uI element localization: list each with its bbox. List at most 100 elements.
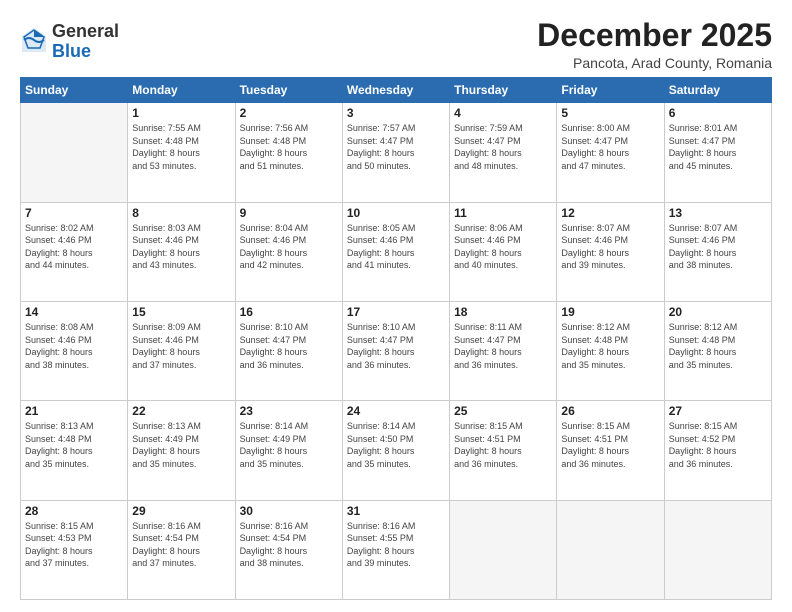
day-number: 3 bbox=[347, 106, 445, 120]
day-info: Sunrise: 8:07 AM Sunset: 4:46 PM Dayligh… bbox=[561, 222, 659, 272]
day-info: Sunrise: 8:15 AM Sunset: 4:51 PM Dayligh… bbox=[561, 420, 659, 470]
calendar-cell: 29Sunrise: 8:16 AM Sunset: 4:54 PM Dayli… bbox=[128, 500, 235, 599]
calendar-cell: 28 Sunrise: 8:15 AM Sunset: 4:53 PM Dayli… bbox=[21, 500, 128, 599]
weekday-header: Thursday bbox=[450, 78, 557, 103]
calendar-cell: 25Sunrise: 8:15 AM Sunset: 4:51 PM Dayli… bbox=[450, 401, 557, 500]
calendar-cell: 3 Sunrise: 7:57 AM Sunset: 4:47 PM Daylig… bbox=[342, 103, 449, 202]
calendar-cell: 30 Sunrise: 8:16 AM Sunset: 4:54 PM Dayli… bbox=[235, 500, 342, 599]
calendar-cell: 21Sunrise: 8:13 AM Sunset: 4:48 PM Dayli… bbox=[21, 401, 128, 500]
day-info: Sunrise: 8:15 AM Sunset: 4:53 PM Dayligh… bbox=[25, 520, 123, 570]
day-number: 31 bbox=[347, 504, 445, 518]
calendar-cell: 19 Sunrise: 8:12 AM Sunset: 4:48 PM Dayli… bbox=[557, 301, 664, 400]
calendar-cell: 9 Sunrise: 8:04 AM Sunset: 4:46 PM Daylig… bbox=[235, 202, 342, 301]
day-info: Sunrise: 8:10 AM Sunset: 4:47 PM Dayligh… bbox=[347, 321, 445, 371]
calendar-week-row: 28 Sunrise: 8:15 AM Sunset: 4:53 PM Dayli… bbox=[21, 500, 772, 599]
calendar-cell: 16Sunrise: 8:10 AM Sunset: 4:47 PM Dayli… bbox=[235, 301, 342, 400]
day-number: 15 bbox=[132, 305, 230, 319]
day-number: 28 bbox=[25, 504, 123, 518]
day-number: 9 bbox=[240, 206, 338, 220]
calendar-cell: 24Sunrise: 8:14 AM Sunset: 4:50 PM Dayli… bbox=[342, 401, 449, 500]
calendar-cell: 8 Sunrise: 8:03 AM Sunset: 4:46 PM Daylig… bbox=[128, 202, 235, 301]
calendar-week-row: 14 Sunrise: 8:08 AM Sunset: 4:46 PM Dayli… bbox=[21, 301, 772, 400]
calendar-cell: 23 Sunrise: 8:14 AM Sunset: 4:49 PM Dayli… bbox=[235, 401, 342, 500]
day-info: Sunrise: 8:16 AM Sunset: 4:54 PM Dayligh… bbox=[240, 520, 338, 570]
calendar-cell: 1 Sunrise: 7:55 AM Sunset: 4:48 PM Daylig… bbox=[128, 103, 235, 202]
day-info: Sunrise: 7:56 AM Sunset: 4:48 PM Dayligh… bbox=[240, 122, 338, 172]
weekday-header: Monday bbox=[128, 78, 235, 103]
calendar-cell: 20Sunrise: 8:12 AM Sunset: 4:48 PM Dayli… bbox=[664, 301, 771, 400]
day-info: Sunrise: 8:04 AM Sunset: 4:46 PM Dayligh… bbox=[240, 222, 338, 272]
calendar-cell: 17 Sunrise: 8:10 AM Sunset: 4:47 PM Dayli… bbox=[342, 301, 449, 400]
day-number: 13 bbox=[669, 206, 767, 220]
day-info: Sunrise: 8:06 AM Sunset: 4:46 PM Dayligh… bbox=[454, 222, 552, 272]
header: General Blue December 2025 Pancota, Arad… bbox=[20, 18, 772, 71]
calendar-cell: 5 Sunrise: 8:00 AM Sunset: 4:47 PM Daylig… bbox=[557, 103, 664, 202]
day-number: 24 bbox=[347, 404, 445, 418]
calendar-header-row: SundayMondayTuesdayWednesdayThursdayFrid… bbox=[21, 78, 772, 103]
day-info: Sunrise: 7:57 AM Sunset: 4:47 PM Dayligh… bbox=[347, 122, 445, 172]
day-info: Sunrise: 8:15 AM Sunset: 4:52 PM Dayligh… bbox=[669, 420, 767, 470]
day-number: 2 bbox=[240, 106, 338, 120]
day-info: Sunrise: 7:55 AM Sunset: 4:48 PM Dayligh… bbox=[132, 122, 230, 172]
calendar-cell: 4Sunrise: 7:59 AM Sunset: 4:47 PM Daylig… bbox=[450, 103, 557, 202]
day-info: Sunrise: 8:05 AM Sunset: 4:46 PM Dayligh… bbox=[347, 222, 445, 272]
weekday-header: Saturday bbox=[664, 78, 771, 103]
day-number: 10 bbox=[347, 206, 445, 220]
day-number: 17 bbox=[347, 305, 445, 319]
day-number: 12 bbox=[561, 206, 659, 220]
day-info: Sunrise: 8:10 AM Sunset: 4:47 PM Dayligh… bbox=[240, 321, 338, 371]
calendar-cell: 11 Sunrise: 8:06 AM Sunset: 4:46 PM Dayli… bbox=[450, 202, 557, 301]
logo-text: General Blue bbox=[52, 22, 119, 62]
day-number: 14 bbox=[25, 305, 123, 319]
day-info: Sunrise: 8:14 AM Sunset: 4:49 PM Dayligh… bbox=[240, 420, 338, 470]
day-info: Sunrise: 8:16 AM Sunset: 4:54 PM Dayligh… bbox=[132, 520, 230, 570]
day-number: 23 bbox=[240, 404, 338, 418]
day-number: 19 bbox=[561, 305, 659, 319]
calendar-week-row: 21Sunrise: 8:13 AM Sunset: 4:48 PM Dayli… bbox=[21, 401, 772, 500]
calendar-week-row: 1 Sunrise: 7:55 AM Sunset: 4:48 PM Daylig… bbox=[21, 103, 772, 202]
day-number: 22 bbox=[132, 404, 230, 418]
calendar-cell: 12 Sunrise: 8:07 AM Sunset: 4:46 PM Dayli… bbox=[557, 202, 664, 301]
day-info: Sunrise: 8:01 AM Sunset: 4:47 PM Dayligh… bbox=[669, 122, 767, 172]
calendar-cell: 7 Sunrise: 8:02 AM Sunset: 4:46 PM Daylig… bbox=[21, 202, 128, 301]
day-info: Sunrise: 8:12 AM Sunset: 4:48 PM Dayligh… bbox=[561, 321, 659, 371]
weekday-header: Friday bbox=[557, 78, 664, 103]
calendar-cell: 14 Sunrise: 8:08 AM Sunset: 4:46 PM Dayli… bbox=[21, 301, 128, 400]
logo: General Blue bbox=[20, 22, 119, 62]
day-number: 7 bbox=[25, 206, 123, 220]
calendar-cell: 26 Sunrise: 8:15 AM Sunset: 4:51 PM Dayli… bbox=[557, 401, 664, 500]
day-number: 25 bbox=[454, 404, 552, 418]
calendar-cell bbox=[557, 500, 664, 599]
title-block: December 2025 Pancota, Arad County, Roma… bbox=[537, 18, 772, 71]
calendar-cell: 22Sunrise: 8:13 AM Sunset: 4:49 PM Dayli… bbox=[128, 401, 235, 500]
day-number: 30 bbox=[240, 504, 338, 518]
day-info: Sunrise: 8:02 AM Sunset: 4:46 PM Dayligh… bbox=[25, 222, 123, 272]
calendar-cell bbox=[664, 500, 771, 599]
day-number: 26 bbox=[561, 404, 659, 418]
calendar-cell: 27 Sunrise: 8:15 AM Sunset: 4:52 PM Dayli… bbox=[664, 401, 771, 500]
day-info: Sunrise: 8:08 AM Sunset: 4:46 PM Dayligh… bbox=[25, 321, 123, 371]
logo-icon bbox=[20, 26, 48, 54]
day-number: 5 bbox=[561, 106, 659, 120]
day-number: 8 bbox=[132, 206, 230, 220]
weekday-header: Tuesday bbox=[235, 78, 342, 103]
day-number: 27 bbox=[669, 404, 767, 418]
day-number: 11 bbox=[454, 206, 552, 220]
calendar-cell: 10 Sunrise: 8:05 AM Sunset: 4:46 PM Dayli… bbox=[342, 202, 449, 301]
calendar-week-row: 7 Sunrise: 8:02 AM Sunset: 4:46 PM Daylig… bbox=[21, 202, 772, 301]
day-info: Sunrise: 8:00 AM Sunset: 4:47 PM Dayligh… bbox=[561, 122, 659, 172]
calendar-cell: 13 Sunrise: 8:07 AM Sunset: 4:46 PM Dayli… bbox=[664, 202, 771, 301]
weekday-header: Wednesday bbox=[342, 78, 449, 103]
day-info: Sunrise: 8:03 AM Sunset: 4:46 PM Dayligh… bbox=[132, 222, 230, 272]
day-number: 20 bbox=[669, 305, 767, 319]
page: General Blue December 2025 Pancota, Arad… bbox=[0, 0, 792, 612]
day-info: Sunrise: 8:09 AM Sunset: 4:46 PM Dayligh… bbox=[132, 321, 230, 371]
calendar-cell bbox=[450, 500, 557, 599]
logo-line1: General bbox=[52, 21, 119, 41]
day-number: 1 bbox=[132, 106, 230, 120]
day-number: 21 bbox=[25, 404, 123, 418]
calendar-body: 1 Sunrise: 7:55 AM Sunset: 4:48 PM Daylig… bbox=[21, 103, 772, 600]
calendar-cell: 31Sunrise: 8:16 AM Sunset: 4:55 PM Dayli… bbox=[342, 500, 449, 599]
day-info: Sunrise: 8:07 AM Sunset: 4:46 PM Dayligh… bbox=[669, 222, 767, 272]
calendar-cell: 6Sunrise: 8:01 AM Sunset: 4:47 PM Daylig… bbox=[664, 103, 771, 202]
